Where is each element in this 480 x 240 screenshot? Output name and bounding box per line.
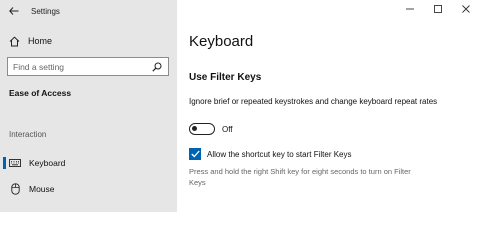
back-arrow-icon: [9, 7, 19, 15]
active-indicator: [3, 157, 6, 169]
close-icon: [462, 5, 470, 13]
filter-keys-description: Ignore brief or repeated keystrokes and …: [189, 97, 438, 106]
sidebar-item-label: Mouse: [29, 184, 55, 194]
group-label-interaction: Interaction: [9, 130, 47, 139]
sidebar: Settings Home Ease of Access Interaction: [0, 0, 177, 212]
shortcut-checkbox[interactable]: [189, 148, 201, 160]
main-content: Keyboard Use Filter Keys Ignore brief or…: [177, 0, 480, 212]
close-button[interactable]: [452, 0, 480, 18]
sidebar-item-keyboard[interactable]: Keyboard: [0, 154, 177, 172]
shortcut-hint-text: Press and hold the right Shift key for e…: [189, 167, 411, 187]
shortcut-checkbox-row: Allow the shortcut key to start Filter K…: [189, 148, 352, 160]
section-heading: Use Filter Keys: [189, 72, 262, 83]
minimize-button[interactable]: [396, 0, 424, 18]
inactive-indicator: [3, 183, 6, 195]
window-controls: [396, 0, 480, 18]
app-title: Settings: [31, 6, 60, 16]
toggle-state-label: Off: [222, 124, 233, 134]
toggle-knob: [192, 126, 197, 131]
minimize-icon: [406, 8, 414, 10]
search-icon[interactable]: [149, 59, 165, 75]
maximize-icon: [434, 5, 442, 13]
checkmark-icon: [190, 150, 200, 158]
maximize-button[interactable]: [424, 0, 452, 18]
keyboard-icon: [9, 157, 21, 169]
sidebar-item-mouse[interactable]: Mouse: [0, 180, 177, 198]
filter-keys-toggle[interactable]: [189, 123, 215, 135]
back-button[interactable]: [3, 0, 25, 22]
checkbox-label: Allow the shortcut key to start Filter K…: [207, 149, 352, 159]
search-input[interactable]: [8, 58, 149, 75]
filter-keys-toggle-row: Off: [189, 123, 233, 135]
home-icon: [8, 35, 20, 47]
nav-home[interactable]: Home: [0, 32, 177, 50]
mouse-icon: [9, 183, 21, 195]
sidebar-item-label: Keyboard: [29, 158, 66, 168]
nav-home-label: Home: [28, 36, 53, 46]
page-title: Keyboard: [189, 33, 254, 50]
search-box[interactable]: [7, 57, 169, 76]
section-title: Ease of Access: [9, 88, 72, 98]
title-bar: Settings: [0, 0, 177, 22]
